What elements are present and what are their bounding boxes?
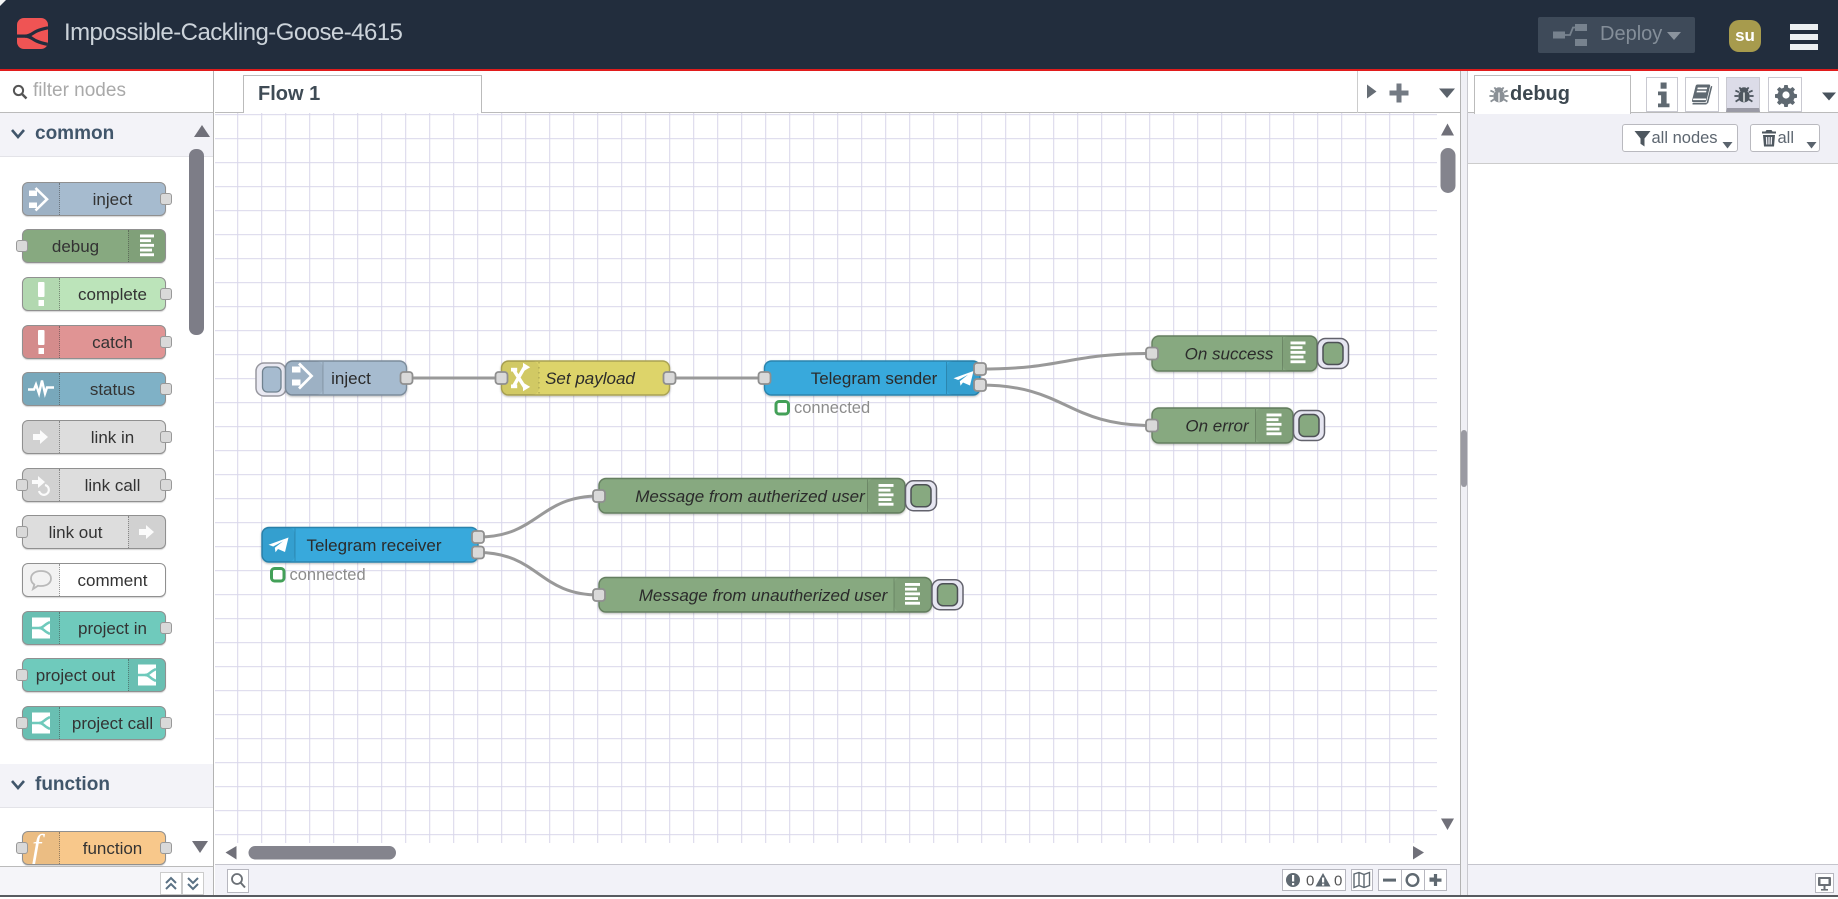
svg-text:On error: On error bbox=[1185, 417, 1250, 436]
svg-text:Set payload: Set payload bbox=[545, 369, 635, 388]
svg-text:connected: connected bbox=[794, 399, 870, 417]
svg-text:Message from unautherized user: Message from unautherized user bbox=[639, 586, 889, 605]
svg-text:connected: connected bbox=[290, 566, 366, 584]
svg-text:On success: On success bbox=[1185, 345, 1274, 364]
svg-text:0: 0 bbox=[1334, 873, 1342, 890]
svg-text:inject: inject bbox=[331, 369, 371, 388]
svg-text:Message from autherized user: Message from autherized user bbox=[635, 487, 866, 506]
svg-text:Telegram receiver: Telegram receiver bbox=[306, 536, 441, 555]
svg-text:Telegram sender: Telegram sender bbox=[811, 369, 938, 388]
svg-text:0: 0 bbox=[1306, 873, 1314, 890]
